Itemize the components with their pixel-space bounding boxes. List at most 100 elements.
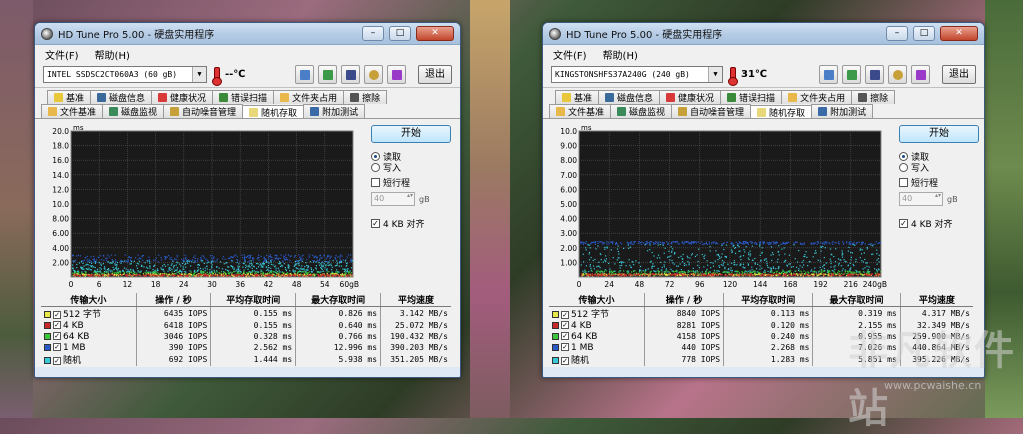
row-checkbox[interactable]: ✓ xyxy=(53,310,61,319)
minimize-button[interactable]: – xyxy=(886,26,908,41)
scatter-point xyxy=(752,275,754,277)
tab-error-scan[interactable]: 错误扫描 xyxy=(720,90,783,104)
titlebar[interactable]: HD Tune Pro 5.00 - 硬盘实用程序 – □ ✕ xyxy=(35,23,460,45)
maximize-button[interactable]: □ xyxy=(389,26,411,41)
tab-benchmark[interactable]: 基准 xyxy=(47,90,92,104)
copy-info-button[interactable] xyxy=(819,65,838,84)
tab-aam[interactable]: 自动噪音管理 xyxy=(163,104,244,118)
row-checkbox[interactable]: ✓ xyxy=(53,332,61,340)
row-checkbox[interactable]: ✓ xyxy=(561,321,569,329)
chevron-down-icon[interactable]: ▼ xyxy=(192,67,206,82)
scatter-point xyxy=(174,269,176,271)
copy-info-button[interactable] xyxy=(295,65,314,84)
thermometer-icon xyxy=(727,66,738,86)
exit-button[interactable]: 退出 xyxy=(942,65,976,84)
scatter-point xyxy=(275,257,278,259)
scatter-point xyxy=(731,251,733,254)
tab-erase[interactable]: 擦除 xyxy=(851,90,896,104)
tab-extra-tests[interactable]: 附加测试 xyxy=(811,104,874,118)
scatter-point xyxy=(217,274,219,276)
tab-random-access[interactable]: 随机存取 xyxy=(750,105,813,119)
short-stroke-value[interactable]: 40 xyxy=(371,192,415,206)
row-label-cell: ✓ 512 字节 xyxy=(549,307,645,320)
scatter-point xyxy=(601,271,603,273)
tab-erase[interactable]: 擦除 xyxy=(343,90,388,104)
write-radio[interactable]: 写入 xyxy=(899,162,979,174)
scatter-point xyxy=(612,257,614,259)
save-screenshot-button[interactable] xyxy=(865,65,884,84)
row-checkbox[interactable]: ✓ xyxy=(53,343,61,351)
scatter-point xyxy=(171,271,173,273)
tab-random-access[interactable]: 随机存取 xyxy=(242,105,305,119)
tab-health[interactable]: 健康状况 xyxy=(151,90,214,104)
short-stroke-spinner[interactable]: 40gB xyxy=(371,192,451,206)
scatter-point xyxy=(174,273,176,275)
scatter-point xyxy=(877,258,879,260)
tab-health[interactable]: 健康状况 xyxy=(659,90,722,104)
menu-help[interactable]: 帮助(H) xyxy=(601,47,640,62)
tab-file-benchmark[interactable]: 文件基准 xyxy=(549,104,612,118)
scatter-point xyxy=(182,268,184,270)
tab-extra-tests[interactable]: 附加测试 xyxy=(303,104,366,118)
row-checkbox[interactable]: ✓ xyxy=(53,321,61,329)
tab-error-scan[interactable]: 错误扫描 xyxy=(212,90,275,104)
save-screenshot-button[interactable] xyxy=(341,65,360,84)
copy-text-button[interactable] xyxy=(318,65,337,84)
maximize-button[interactable]: □ xyxy=(913,26,935,41)
tab-file-benchmark[interactable]: 文件基准 xyxy=(41,104,104,118)
copy-text-button[interactable] xyxy=(842,65,861,84)
scatter-point xyxy=(151,274,154,277)
scatter-point xyxy=(834,265,836,267)
tab-disk-info[interactable]: 磁盘信息 xyxy=(90,90,153,104)
scatter-point xyxy=(132,272,134,274)
tab-label: 文件夹占用 xyxy=(800,94,846,104)
minimize-button[interactable]: – xyxy=(362,26,384,41)
start-button[interactable]: 开始 xyxy=(899,125,979,143)
scatter-point xyxy=(771,252,774,254)
options-button[interactable] xyxy=(888,65,907,84)
options-button[interactable] xyxy=(364,65,383,84)
short-stroke-value[interactable]: 40 xyxy=(899,192,943,206)
menu-file[interactable]: 文件(F) xyxy=(43,47,81,62)
tab-benchmark[interactable]: 基准 xyxy=(555,90,600,104)
tab-disk-monitor[interactable]: 磁盘监视 xyxy=(102,104,165,118)
scatter-point xyxy=(242,266,244,268)
short-stroke-spinner[interactable]: 40gB xyxy=(899,192,979,206)
table-row: ✓ 1 MB 390 IOPS 2.562 ms 12.996 ms 390.203 MB… xyxy=(41,342,451,353)
scatter-point xyxy=(350,258,352,260)
tab-folder-usage[interactable]: 文件夹占用 xyxy=(781,90,853,104)
short-stroke-checkbox[interactable]: 短行程 xyxy=(899,177,979,189)
scatter-point xyxy=(667,256,669,258)
scatter-point xyxy=(604,242,606,244)
tab-aam[interactable]: 自动噪音管理 xyxy=(671,104,752,118)
write-radio[interactable]: 写入 xyxy=(371,162,451,174)
scatter-point xyxy=(263,264,265,266)
tab-disk-monitor[interactable]: 磁盘监视 xyxy=(610,104,673,118)
start-button[interactable]: 开始 xyxy=(371,125,451,143)
row-checkbox[interactable]: ✓ xyxy=(561,332,569,340)
align-4kb-checkbox[interactable]: ✓ 4 KB 对齐 xyxy=(371,218,451,230)
close-button[interactable]: ✕ xyxy=(416,26,454,41)
download-button[interactable] xyxy=(387,65,406,84)
row-checkbox[interactable]: ✓ xyxy=(53,356,61,365)
row-checkbox[interactable]: ✓ xyxy=(561,343,569,351)
close-button[interactable]: ✕ xyxy=(940,26,978,41)
row-checkbox[interactable]: ✓ xyxy=(561,356,569,365)
toolbar: INTEL SSDSC2CT060A3 (60 gB) ▼ --℃ 退出 xyxy=(35,62,460,88)
tab-disk-info[interactable]: 磁盘信息 xyxy=(598,90,661,104)
series-color-swatch xyxy=(552,311,559,318)
menu-file[interactable]: 文件(F) xyxy=(551,47,589,62)
drive-select[interactable]: KINGSTONSHFS37A240G (240 gB) ▼ xyxy=(551,66,723,83)
scatter-point xyxy=(651,265,654,267)
menu-help[interactable]: 帮助(H) xyxy=(93,47,132,62)
drive-select[interactable]: INTEL SSDSC2CT060A3 (60 gB) ▼ xyxy=(43,66,207,83)
short-stroke-checkbox[interactable]: 短行程 xyxy=(371,177,451,189)
download-button[interactable] xyxy=(911,65,930,84)
tab-folder-usage[interactable]: 文件夹占用 xyxy=(273,90,345,104)
chevron-down-icon[interactable]: ▼ xyxy=(708,67,722,82)
align-4kb-checkbox[interactable]: ✓ 4 KB 对齐 xyxy=(899,218,979,230)
exit-button[interactable]: 退出 xyxy=(418,65,452,84)
titlebar[interactable]: HD Tune Pro 5.00 - 硬盘实用程序 – □ ✕ xyxy=(543,23,984,45)
folder-icon xyxy=(48,107,57,116)
row-checkbox[interactable]: ✓ xyxy=(561,310,569,319)
